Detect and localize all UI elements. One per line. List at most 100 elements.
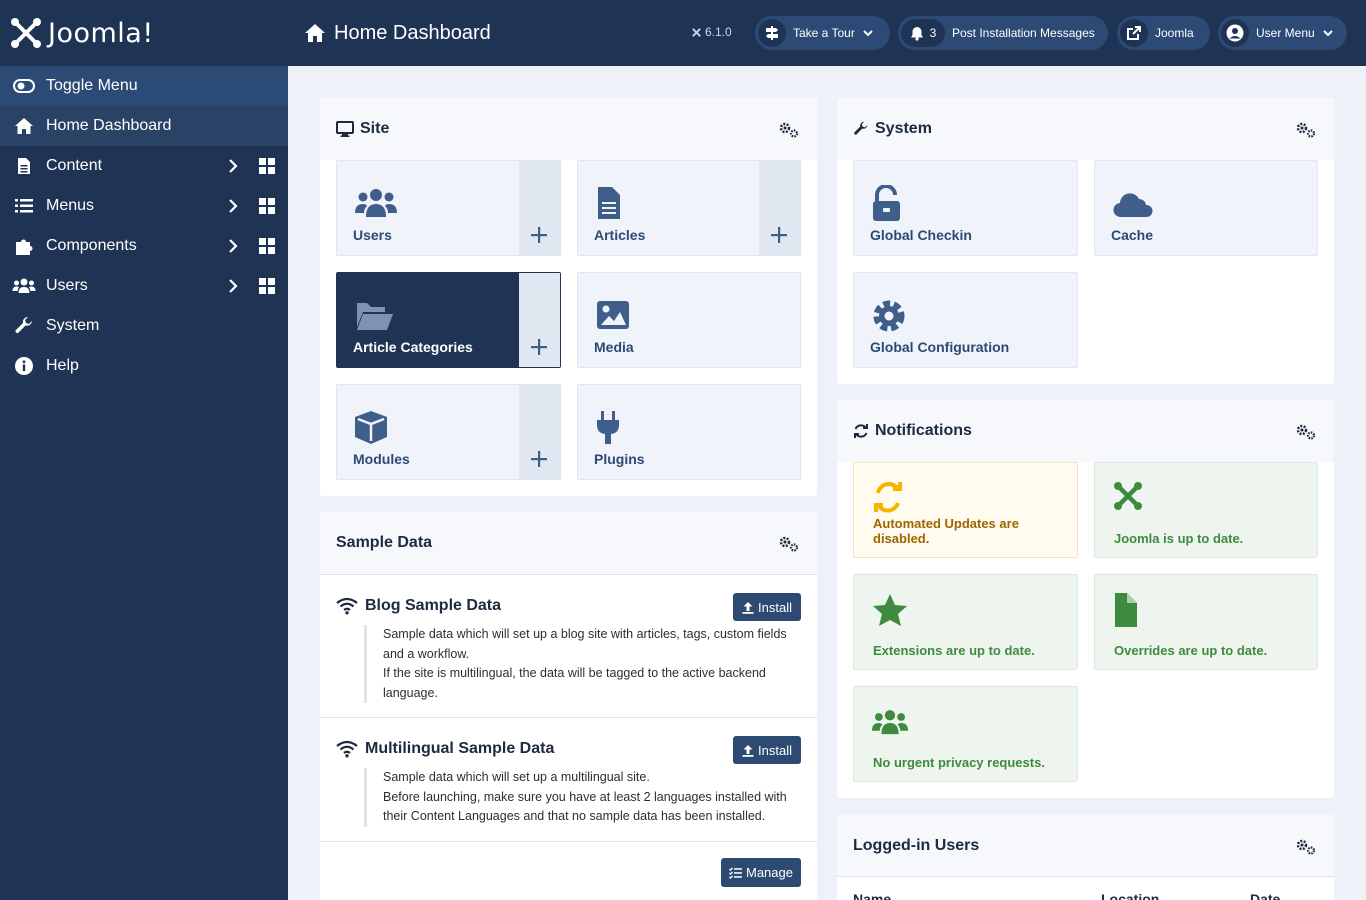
tile-label: Cache [1111,227,1154,243]
notification-joomla-update[interactable]: Joomla is up to date. [1094,462,1318,558]
site-tile-articles[interactable]: Articles [577,160,801,256]
wrench-icon [854,121,868,135]
site-tile-users[interactable]: Users [336,160,561,256]
sidebar-item-components[interactable]: Components [0,226,288,266]
users-icon [872,710,908,735]
joomla-icon [692,27,701,37]
system-card-title: System [875,120,932,137]
take-a-tour-button[interactable]: Take a Tour [755,16,890,50]
notification-privacy[interactable]: No urgent privacy requests. [853,686,1078,782]
chevron-right-icon[interactable] [224,197,242,215]
tile-label: Global Checkin [870,227,972,243]
sidebar-item-help[interactable]: Help [0,346,288,386]
file-icon [12,154,36,178]
system-tile-global-checkin[interactable]: Global Checkin [853,160,1078,256]
logo-text: Joomla! [48,17,154,49]
blog-sample-data-description: Sample data which will set up a blog sit… [364,625,804,703]
site-tile-modules[interactable]: Modules [336,384,561,480]
system-tile-cache[interactable]: Cache [1094,160,1318,256]
module-options-icon[interactable] [1296,424,1316,440]
chevron-right-icon[interactable] [224,277,242,295]
column-header-name[interactable]: Name [853,891,891,900]
upload-icon [742,601,754,614]
plug-icon [597,411,619,444]
system-card: System Global Checkin Cache Global Confi… [837,98,1334,384]
sidebar-item-content[interactable]: Content [0,146,288,186]
site-tile-article-categories[interactable]: Article Categories [336,272,561,368]
chevron-right-icon[interactable] [224,237,242,255]
notification-automated-updates[interactable]: Automated Updates are disabled. [853,462,1078,558]
dashboard-grid-icon[interactable] [258,277,276,295]
sidebar-item-toggle-menu[interactable]: Toggle Menu [0,66,288,106]
notification-overrides[interactable]: Overrides are up to date. [1094,574,1318,670]
manage-sample-data-button[interactable]: Manage [721,858,801,887]
description-line: their Content Languages and that no samp… [383,809,766,823]
tile-label: Modules [353,451,410,467]
image-icon [597,301,629,329]
multilingual-install-button[interactable]: Install [733,736,801,764]
site-card-header: Site [320,98,817,160]
sample-data-card: Sample Data Blog Sample Data Install Sam… [320,512,817,900]
module-options-icon[interactable] [779,122,799,138]
module-options-icon[interactable] [1296,839,1316,855]
add-category-button[interactable] [519,273,560,367]
dashboard-grid-icon[interactable] [258,157,276,175]
chevron-right-icon[interactable] [224,157,242,175]
joomla-logo[interactable]: Joomla! [0,0,288,66]
dashboard-grid-icon[interactable] [258,197,276,215]
unlock-icon [873,185,900,221]
add-user-button[interactable] [519,161,560,255]
signpost-icon [758,19,786,47]
site-tile-media[interactable]: Media [577,272,801,368]
site-tile-plugins[interactable]: Plugins [577,384,801,480]
info-icon [12,354,36,378]
sidebar-item-label: Components [46,237,137,254]
sidebar-item-home-dashboard[interactable]: Home Dashboard [0,106,288,146]
cloud-icon [1113,193,1153,218]
sidebar-item-label: Home Dashboard [46,117,172,134]
system-tile-global-configuration[interactable]: Global Configuration [853,272,1078,368]
sidebar-item-system[interactable]: System [0,306,288,346]
user-circle-icon [1221,19,1249,47]
tile-label: Articles [594,227,646,243]
message-count: 3 [929,26,937,40]
users-icon [12,274,36,298]
user-menu-button[interactable]: User Menu [1218,16,1347,50]
notification-label: Joomla is up to date. [1114,531,1244,546]
sidebar-item-label: Help [46,357,79,374]
install-label: Install [758,742,792,758]
column-header-date[interactable]: Date [1250,891,1280,900]
notification-extensions[interactable]: Extensions are up to date. [853,574,1078,670]
version-info: 6.1.0 [691,25,732,39]
upload-icon [742,744,754,757]
version-number: 6.1.0 [705,25,732,39]
module-options-icon[interactable] [779,536,799,552]
dashboard-grid-icon[interactable] [258,237,276,255]
module-options-icon[interactable] [1296,122,1316,138]
file-alt-icon [598,187,620,219]
tile-label: Global Configuration [870,339,1010,355]
sidebar-item-users[interactable]: Users [0,266,288,306]
add-article-button[interactable] [759,161,800,255]
description-line: language. [383,685,438,700]
post-installation-messages-button[interactable]: 3 Post Installation Messages [898,16,1108,50]
notifications-card: Notifications Automated Updates are disa… [837,400,1334,798]
joomla-site-link[interactable]: Joomla [1117,16,1210,50]
users-icon [355,189,397,217]
manage-label: Manage [746,865,793,880]
tile-label: Plugins [594,451,645,467]
multilingual-sample-data: Multilingual Sample Data Install Sample … [320,717,817,841]
logged-in-users-card: Logged-in Users Name Location Date [837,815,1334,900]
home-icon [12,114,36,138]
sidebar-item-menus[interactable]: Menus [0,186,288,226]
description-line: Before launching, make sure you have at … [383,789,787,804]
column-header-location[interactable]: Location [1101,891,1159,900]
chevron-down-icon [1322,30,1333,37]
notifications-card-header: Notifications [837,400,1334,462]
blog-install-button[interactable]: Install [733,593,801,621]
notifications-card-title: Notifications [875,422,972,439]
add-module-button[interactable] [519,385,560,479]
tile-label: Media [594,339,634,355]
desktop-icon [336,121,354,137]
notification-count: 3 [901,19,945,47]
